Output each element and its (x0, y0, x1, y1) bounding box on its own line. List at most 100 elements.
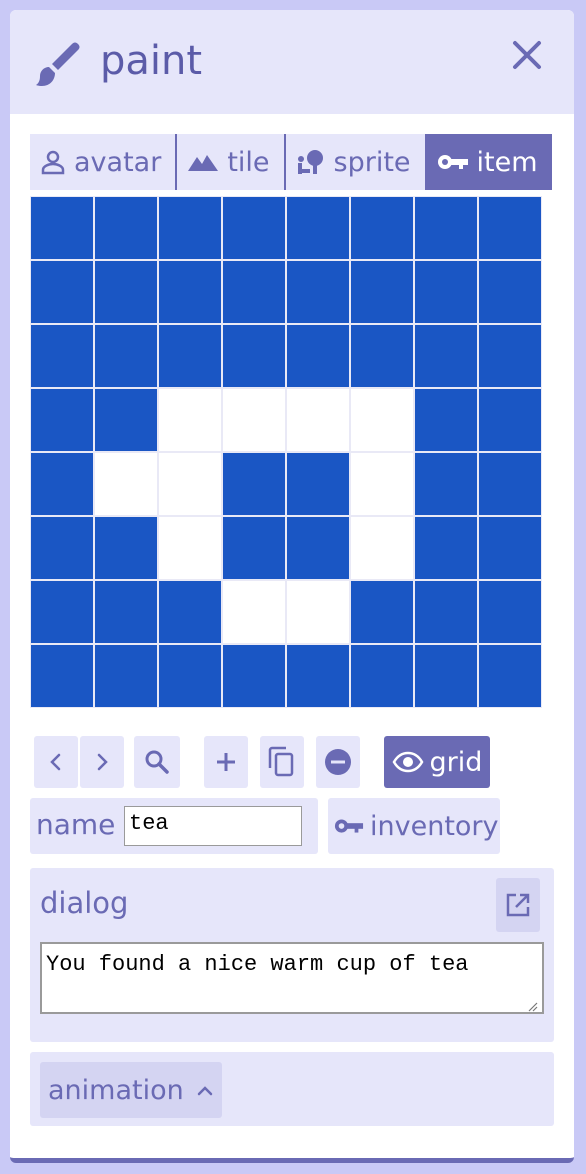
pixel-cell[interactable] (479, 645, 541, 707)
pixel-cell[interactable] (479, 517, 541, 579)
pixel-cell[interactable] (287, 453, 349, 515)
pixel-cell[interactable] (223, 517, 285, 579)
pixel-cell[interactable] (95, 325, 157, 387)
pixel-cell[interactable] (31, 389, 93, 451)
pixel-cell[interactable] (95, 197, 157, 259)
mountain-icon (188, 155, 219, 171)
pixel-cell[interactable] (415, 197, 477, 259)
pixel-cell[interactable] (479, 197, 541, 259)
pixel-cell[interactable] (415, 517, 477, 579)
pixel-cell[interactable] (415, 389, 477, 451)
delete-drawing-button[interactable] (316, 736, 360, 788)
pixel-cell[interactable] (95, 581, 157, 643)
pixel-cell[interactable] (223, 197, 285, 259)
pixel-cell[interactable] (479, 581, 541, 643)
pixel-cell[interactable] (31, 581, 93, 643)
pixel-cell[interactable] (351, 581, 413, 643)
pixel-cell[interactable] (159, 261, 221, 323)
pixel-cell[interactable] (31, 197, 93, 259)
pixel-cell[interactable] (351, 389, 413, 451)
name-input[interactable]: tea (124, 806, 302, 846)
pixel-cell[interactable] (351, 325, 413, 387)
pixel-cell[interactable] (95, 517, 157, 579)
pixel-cell[interactable] (479, 389, 541, 451)
pixel-cell[interactable] (159, 453, 221, 515)
pixel-cell[interactable] (159, 517, 221, 579)
grid-toggle-label: grid (429, 746, 483, 778)
pixel-cell[interactable] (159, 645, 221, 707)
pixel-cell[interactable] (287, 517, 349, 579)
pixel-cell[interactable] (223, 581, 285, 643)
pixel-cell[interactable] (95, 261, 157, 323)
pixel-cell[interactable] (287, 325, 349, 387)
plus-icon (217, 753, 235, 771)
tab-sprite[interactable]: sprite (285, 134, 427, 190)
pixel-cell[interactable] (351, 261, 413, 323)
search-icon (145, 750, 169, 774)
pixel-cell[interactable] (415, 581, 477, 643)
pixel-cell[interactable] (95, 389, 157, 451)
pixel-cell[interactable] (31, 325, 93, 387)
pixel-cell[interactable] (287, 197, 349, 259)
tab-item[interactable]: item (426, 134, 552, 190)
pixel-cell[interactable] (479, 453, 541, 515)
pixel-cell[interactable] (31, 261, 93, 323)
find-drawing-button[interactable] (134, 736, 180, 788)
add-drawing-button[interactable] (204, 736, 248, 788)
pixel-cell[interactable] (223, 325, 285, 387)
prev-drawing-button[interactable] (34, 736, 78, 788)
open-dialog-button[interactable] (496, 878, 540, 932)
paint-panel: paint avatar tile sprite item grid name … (10, 10, 574, 1163)
pixel-cell[interactable] (287, 645, 349, 707)
pixel-cell[interactable] (159, 581, 221, 643)
tab-avatar[interactable]: avatar (30, 134, 178, 190)
pixel-cell[interactable] (223, 261, 285, 323)
pixel-cell[interactable] (159, 389, 221, 451)
tab-tile[interactable]: tile (177, 134, 286, 190)
person-icon (41, 150, 65, 175)
pixel-cell[interactable] (415, 645, 477, 707)
pixel-cell[interactable] (351, 197, 413, 259)
pixel-cell[interactable] (31, 453, 93, 515)
pixel-cell[interactable] (479, 325, 541, 387)
pixel-cell[interactable] (351, 517, 413, 579)
pixel-cell[interactable] (95, 453, 157, 515)
pixel-cell[interactable] (415, 261, 477, 323)
animation-toggle-button[interactable]: animation (40, 1062, 222, 1118)
pixel-cell[interactable] (351, 645, 413, 707)
pixel-cell[interactable] (95, 645, 157, 707)
dialog-textarea[interactable]: You found a nice warm cup of tea (40, 942, 544, 1014)
pixel-cell[interactable] (159, 197, 221, 259)
pixel-cell[interactable] (223, 389, 285, 451)
pixel-cell[interactable] (287, 389, 349, 451)
drawing-type-tabs: avatar tile sprite item (30, 134, 552, 190)
pixel-cell[interactable] (159, 325, 221, 387)
pixel-cell[interactable] (287, 581, 349, 643)
close-icon[interactable] (510, 38, 544, 72)
resize-grip-icon[interactable] (526, 1000, 538, 1012)
tab-avatar-label: avatar (74, 146, 162, 178)
pixel-cell[interactable] (287, 261, 349, 323)
grid-toggle-button[interactable]: grid (384, 736, 490, 788)
tab-item-label: item (476, 146, 538, 178)
pixel-cell[interactable] (31, 645, 93, 707)
pixel-cell[interactable] (479, 261, 541, 323)
dialog-section: dialog You found a nice warm cup of tea (30, 868, 554, 1042)
pixel-cell[interactable] (351, 453, 413, 515)
pixel-cell[interactable] (415, 325, 477, 387)
minus-circle-icon (325, 749, 351, 775)
paint-titlebar: paint (10, 10, 574, 114)
inventory-button[interactable]: inventory (328, 798, 500, 854)
next-drawing-button[interactable] (80, 736, 124, 788)
pixel-cell[interactable] (223, 453, 285, 515)
pixel-cell[interactable] (31, 517, 93, 579)
dialog-label: dialog (40, 886, 129, 920)
pixel-cell[interactable] (415, 453, 477, 515)
duplicate-icon (268, 746, 294, 777)
duplicate-drawing-button[interactable] (260, 736, 304, 788)
pixel-canvas[interactable] (30, 196, 542, 708)
key-icon (437, 155, 468, 169)
key-icon (334, 819, 364, 833)
pixel-cell[interactable] (223, 645, 285, 707)
sprite-icon (297, 150, 323, 174)
